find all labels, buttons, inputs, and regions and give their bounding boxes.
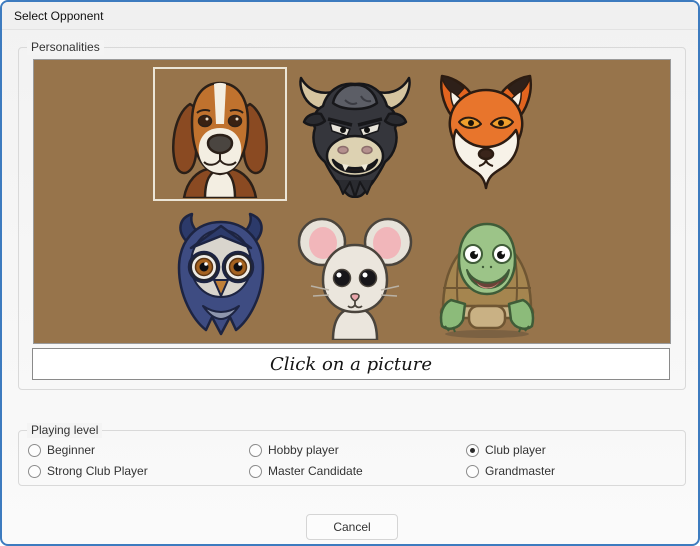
radio-circle-master-candidate	[249, 465, 262, 478]
personalities-group-label: Personalities	[27, 40, 104, 55]
avatar-beagle[interactable]	[156, 70, 284, 198]
avatar-owl[interactable]	[157, 212, 285, 340]
personalities-panel	[33, 59, 671, 344]
avatar-bull[interactable]	[291, 70, 419, 198]
fox-icon	[422, 70, 550, 198]
radio-label-master-candidate: Master Candidate	[268, 464, 363, 478]
radio-circle-beginner	[28, 444, 41, 457]
select-opponent-dialog: Select Opponent Personalities	[0, 0, 700, 546]
turtle-icon	[423, 212, 551, 340]
bull-icon	[291, 70, 419, 198]
radio-label-hobby-player: Hobby player	[268, 443, 339, 457]
radio-beginner[interactable]: Beginner	[28, 443, 95, 457]
mouse-icon	[291, 212, 419, 340]
radio-label-grandmaster: Grandmaster	[485, 464, 555, 478]
owl-icon	[157, 212, 285, 340]
avatar-fox[interactable]	[422, 70, 550, 198]
radio-club-player[interactable]: Club player	[466, 443, 546, 457]
playing-level-groupbox: Playing level Beginner Strong Club Playe…	[18, 430, 686, 486]
hint-bar: Click on a picture	[32, 348, 670, 380]
beagle-icon	[156, 70, 284, 198]
radio-label-beginner: Beginner	[47, 443, 95, 457]
playing-level-group-label: Playing level	[27, 423, 102, 438]
radio-circle-club-player	[466, 444, 479, 457]
radio-circle-strong-club-player	[28, 465, 41, 478]
hint-text: Click on a picture	[270, 354, 432, 375]
avatar-mouse[interactable]	[291, 212, 419, 340]
personalities-groupbox: Personalities	[18, 47, 686, 390]
radio-circle-hobby-player	[249, 444, 262, 457]
radio-grandmaster[interactable]: Grandmaster	[466, 464, 555, 478]
avatar-turtle[interactable]	[423, 212, 551, 340]
radio-master-candidate[interactable]: Master Candidate	[249, 464, 363, 478]
radio-label-strong-club-player: Strong Club Player	[47, 464, 148, 478]
window-title: Select Opponent	[14, 9, 103, 23]
radio-label-club-player: Club player	[485, 443, 546, 457]
cancel-button[interactable]: Cancel	[306, 514, 398, 540]
radio-circle-grandmaster	[466, 465, 479, 478]
radio-strong-club-player[interactable]: Strong Club Player	[28, 464, 148, 478]
titlebar[interactable]: Select Opponent	[2, 2, 698, 30]
radio-hobby-player[interactable]: Hobby player	[249, 443, 339, 457]
